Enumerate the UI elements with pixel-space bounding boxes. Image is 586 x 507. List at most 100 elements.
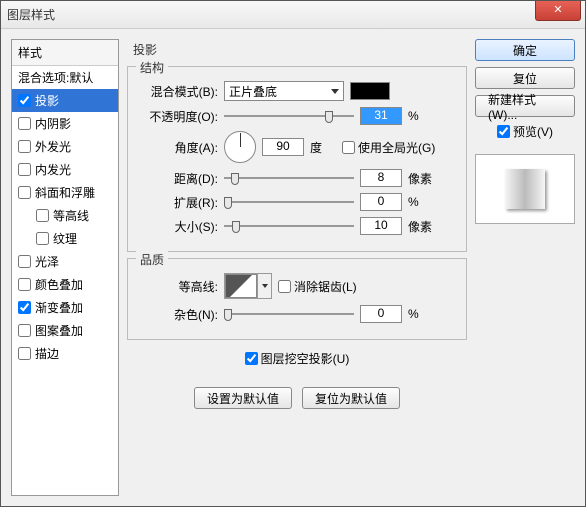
effect-checkbox[interactable]: [36, 209, 49, 222]
effect-label: 内发光: [35, 161, 71, 178]
noise-unit: %: [408, 307, 434, 321]
spread-label: 扩展(R):: [138, 194, 218, 211]
chevron-down-icon: [331, 89, 339, 94]
knockout-label: 图层挖空投影(U): [261, 350, 350, 367]
size-unit: 像素: [408, 218, 434, 235]
effect-label: 外发光: [35, 138, 71, 155]
effect-item-6[interactable]: 纹理: [12, 227, 118, 250]
effect-item-3[interactable]: 内发光: [12, 158, 118, 181]
effect-label: 斜面和浮雕: [35, 184, 95, 201]
blend-mode-select[interactable]: 正片叠底: [224, 81, 344, 101]
new-style-button[interactable]: 新建样式(W)...: [475, 95, 575, 117]
action-panel: 确定 复位 新建样式(W)... 预览(V): [475, 39, 575, 496]
close-button[interactable]: ✕: [535, 1, 581, 21]
effect-label: 等高线: [53, 207, 89, 224]
effect-checkbox[interactable]: [18, 94, 31, 107]
effect-item-5[interactable]: 等高线: [12, 204, 118, 227]
antialias-input[interactable]: [278, 280, 291, 293]
effect-checkbox[interactable]: [18, 186, 31, 199]
chevron-down-icon: [262, 284, 268, 288]
global-light-checkbox[interactable]: 使用全局光(G): [342, 139, 435, 156]
angle-label: 角度(A):: [138, 139, 218, 156]
effect-checkbox[interactable]: [18, 255, 31, 268]
effect-checkbox[interactable]: [18, 163, 31, 176]
styles-list-panel: 样式 混合选项:默认 投影内阴影外发光内发光斜面和浮雕等高线纹理光泽颜色叠加渐变…: [11, 39, 119, 496]
preview-box: [475, 154, 575, 224]
size-label: 大小(S):: [138, 218, 218, 235]
structure-fieldset: 结构 混合模式(B): 正片叠底 不透明度(O): 31 %: [127, 66, 467, 252]
spread-input[interactable]: 0: [360, 193, 402, 211]
effect-checkbox[interactable]: [18, 117, 31, 130]
set-default-button[interactable]: 设置为默认值: [194, 387, 292, 409]
contour-dropdown[interactable]: [257, 274, 271, 298]
size-input[interactable]: 10: [360, 217, 402, 235]
effect-checkbox[interactable]: [18, 347, 31, 360]
window-title: 图层样式: [7, 6, 55, 23]
effect-item-7[interactable]: 光泽: [12, 250, 118, 273]
distance-input[interactable]: 8: [360, 169, 402, 187]
shadow-color-swatch[interactable]: [350, 82, 390, 100]
panel-title: 投影: [127, 39, 467, 60]
effect-checkbox[interactable]: [36, 232, 49, 245]
effect-checkbox[interactable]: [18, 324, 31, 337]
effect-list: 混合选项:默认 投影内阴影外发光内发光斜面和浮雕等高线纹理光泽颜色叠加渐变叠加图…: [12, 66, 118, 365]
knockout-checkbox[interactable]: 图层挖空投影(U): [245, 350, 350, 367]
effect-item-4[interactable]: 斜面和浮雕: [12, 181, 118, 204]
effect-item-8[interactable]: 颜色叠加: [12, 273, 118, 296]
contour-swatch-icon: [225, 274, 257, 298]
effect-label: 投影: [35, 92, 59, 109]
preview-label: 预览(V): [513, 123, 553, 140]
blend-mode-value: 正片叠底: [229, 83, 277, 100]
spread-slider[interactable]: [224, 194, 354, 210]
effect-item-2[interactable]: 外发光: [12, 135, 118, 158]
opacity-label: 不透明度(O):: [138, 108, 218, 125]
distance-label: 距离(D):: [138, 170, 218, 187]
effect-item-0[interactable]: 投影: [12, 89, 118, 112]
distance-slider[interactable]: [224, 170, 354, 186]
effect-checkbox[interactable]: [18, 140, 31, 153]
preview-input[interactable]: [497, 125, 510, 138]
effect-label: 渐变叠加: [35, 299, 83, 316]
contour-label: 等高线:: [138, 278, 218, 295]
global-light-input[interactable]: [342, 141, 355, 154]
opacity-input[interactable]: 31: [360, 107, 402, 125]
knockout-input[interactable]: [245, 352, 258, 365]
effect-label: 光泽: [35, 253, 59, 270]
effect-item-1[interactable]: 内阴影: [12, 112, 118, 135]
noise-input[interactable]: 0: [360, 305, 402, 323]
spread-unit: %: [408, 195, 434, 209]
preview-thumbnail: [505, 169, 545, 209]
cancel-button[interactable]: 复位: [475, 67, 575, 89]
angle-input[interactable]: 90: [262, 138, 304, 156]
effect-item-9[interactable]: 渐变叠加: [12, 296, 118, 319]
effect-label: 图案叠加: [35, 322, 83, 339]
preview-checkbox[interactable]: 预览(V): [475, 123, 575, 140]
dialog-body: 样式 混合选项:默认 投影内阴影外发光内发光斜面和浮雕等高线纹理光泽颜色叠加渐变…: [1, 29, 585, 506]
reset-default-button[interactable]: 复位为默认值: [302, 387, 400, 409]
effect-checkbox[interactable]: [18, 278, 31, 291]
layer-style-dialog: 图层样式 ✕ 样式 混合选项:默认 投影内阴影外发光内发光斜面和浮雕等高线纹理光…: [0, 0, 586, 507]
noise-slider[interactable]: [224, 306, 354, 322]
blend-options-label: 混合选项:默认: [18, 69, 93, 86]
contour-picker[interactable]: [224, 273, 272, 299]
blend-options-item[interactable]: 混合选项:默认: [12, 66, 118, 89]
size-slider[interactable]: [224, 218, 354, 234]
antialias-label: 消除锯齿(L): [294, 278, 357, 295]
effect-label: 描边: [35, 345, 59, 362]
quality-legend: 品质: [136, 251, 168, 268]
effect-item-11[interactable]: 描边: [12, 342, 118, 365]
ok-button[interactable]: 确定: [475, 39, 575, 61]
blend-mode-label: 混合模式(B):: [138, 83, 218, 100]
noise-label: 杂色(N):: [138, 306, 218, 323]
angle-dial[interactable]: [224, 131, 256, 163]
settings-panel: 投影 结构 混合模式(B): 正片叠底 不透明度(O): 31: [127, 39, 467, 496]
effect-item-10[interactable]: 图案叠加: [12, 319, 118, 342]
angle-unit: 度: [310, 139, 336, 156]
antialias-checkbox[interactable]: 消除锯齿(L): [278, 278, 357, 295]
opacity-slider[interactable]: [224, 108, 354, 124]
effect-checkbox[interactable]: [18, 301, 31, 314]
effect-label: 纹理: [53, 230, 77, 247]
effect-label: 颜色叠加: [35, 276, 83, 293]
structure-legend: 结构: [136, 59, 168, 76]
opacity-unit: %: [408, 109, 434, 123]
